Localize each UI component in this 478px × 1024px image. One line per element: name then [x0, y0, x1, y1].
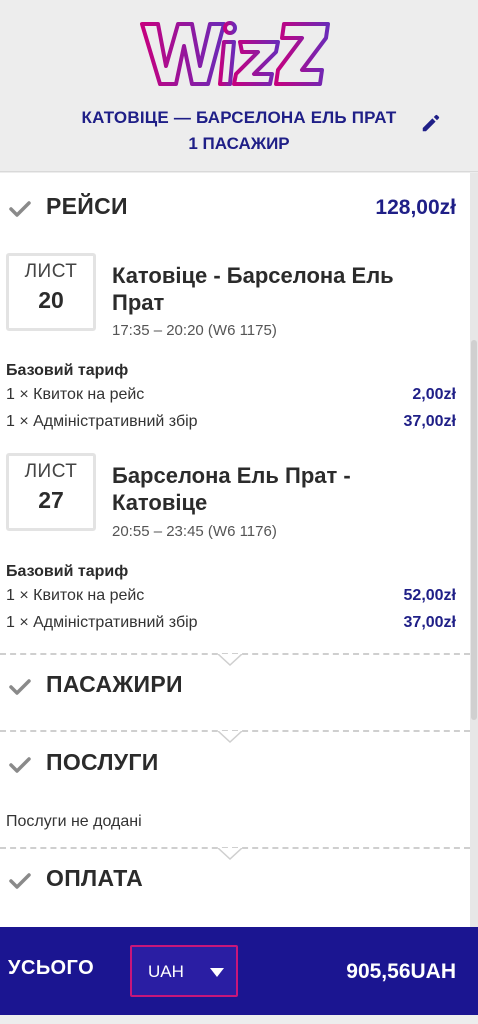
- services-section-header[interactable]: ПОСЛУГИ: [0, 743, 470, 783]
- fare-row: 1 × Адміністративний збір 37,00zł: [6, 413, 456, 435]
- currency-value: UAH: [148, 962, 184, 981]
- fare-row: 1 × Квиток на рейс 2,00zł: [6, 386, 456, 408]
- fare-label: 1 × Адміністративний збір: [6, 413, 198, 430]
- flight-day: 20: [38, 287, 64, 313]
- booking-summary-panel: РЕЙСИ 128,00zł ЛИСТ 20 Катовіце - Барсел…: [0, 173, 470, 927]
- flight-month: ЛИСТ: [24, 461, 78, 482]
- services-title: ПОСЛУГИ: [46, 749, 159, 775]
- divider-notch-icon: [218, 731, 242, 743]
- route-text: КАТОВІЦЕ — БАРСЕЛОНА ЕЛЬ ПРАТ: [81, 108, 397, 127]
- flight-route-line2: Прат: [112, 290, 165, 315]
- total-bar: УСЬОГО UAH 905,56UAH: [0, 927, 470, 1015]
- fare-row: 1 × Адміністративний збір 37,00zł: [6, 614, 456, 636]
- scrollbar-thumb[interactable]: [471, 340, 477, 720]
- fare-price: 37,00zł: [403, 413, 456, 430]
- fare-price: 2,00zł: [412, 386, 456, 403]
- passenger-count: 1 ПАСАЖИР: [188, 134, 290, 153]
- fare-label: 1 × Квиток на рейс: [6, 587, 145, 604]
- services-empty-text: Послуги не додані: [6, 813, 142, 830]
- flight-route-line1: Катовіце - Барселона Ель: [112, 263, 394, 288]
- caret-down-icon: [210, 968, 224, 977]
- flight-date-box: ЛИСТ 27: [6, 453, 96, 531]
- currency-select[interactable]: UAH: [130, 945, 238, 997]
- check-icon: [9, 757, 31, 773]
- total-amount: 905,56UAH: [346, 960, 456, 983]
- total-label: УСЬОГО: [8, 957, 95, 979]
- fare-price: 37,00zł: [403, 614, 456, 631]
- flight-day: 27: [38, 487, 64, 513]
- wizz-logo: [140, 21, 330, 86]
- payment-section-header[interactable]: ОПЛАТА: [0, 859, 470, 899]
- bottom-edge: [0, 1015, 478, 1024]
- flight-route: Катовіце - Барселона Ель Прат: [112, 262, 462, 316]
- check-icon: [9, 679, 31, 695]
- flights-title: РЕЙСИ: [46, 193, 128, 219]
- flight-time: 20:55 – 23:45 (W6 1176): [112, 523, 277, 540]
- summary-header: КАТОВІЦЕ — БАРСЕЛОНА ЕЛЬ ПРАТ 1 ПАСАЖИР: [0, 0, 478, 172]
- pencil-icon[interactable]: [420, 112, 442, 134]
- fare-title: Базовий тариф: [6, 563, 129, 580]
- check-icon: [9, 201, 31, 217]
- flight-route: Барселона Ель Прат - Катовіце: [112, 462, 462, 516]
- flight-route-line1: Барселона Ель Прат -: [112, 463, 351, 488]
- route-summary: КАТОВІЦЕ — БАРСЕЛОНА ЕЛЬ ПРАТ: [0, 108, 478, 128]
- payment-title: ОПЛАТА: [46, 865, 144, 891]
- flight-route-line2: Катовіце: [112, 490, 208, 515]
- fare-label: 1 × Адміністративний збір: [6, 614, 198, 631]
- total-bar-edge: [470, 927, 478, 1015]
- flight-date-box: ЛИСТ 20: [6, 253, 96, 331]
- flight-month: ЛИСТ: [24, 261, 78, 282]
- check-icon: [9, 873, 31, 889]
- fare-row: 1 × Квиток на рейс 52,00zł: [6, 587, 456, 609]
- flights-section-header[interactable]: РЕЙСИ 128,00zł: [0, 189, 470, 229]
- fare-title: Базовий тариф: [6, 362, 129, 379]
- fare-price: 52,00zł: [403, 587, 456, 604]
- passengers-section-header[interactable]: ПАСАЖИРИ: [0, 665, 470, 705]
- passengers-title: ПАСАЖИРИ: [46, 671, 183, 697]
- fare-label: 1 × Квиток на рейс: [6, 386, 145, 403]
- flight-time: 17:35 – 20:20 (W6 1175): [112, 322, 277, 339]
- flights-total: 128,00zł: [375, 196, 456, 219]
